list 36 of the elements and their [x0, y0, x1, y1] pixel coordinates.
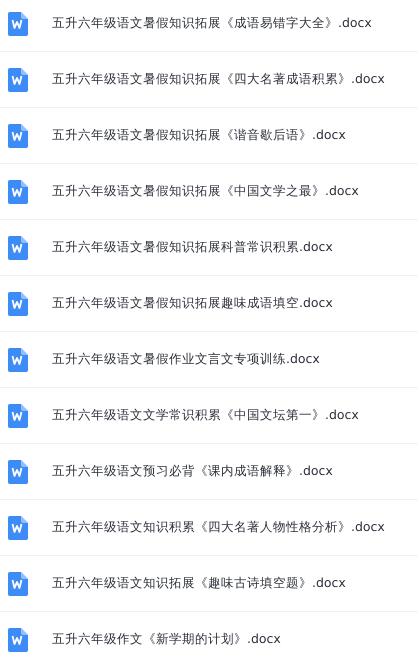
file-name: 五升六年级语文知识拓展《趣味古诗填空题》.docx [52, 575, 346, 592]
file-name: 五升六年级语文暑假知识拓展科普常识积累.docx [52, 239, 333, 256]
file-row[interactable]: 五升六年级语文文学常识积累《中国文坛第一》.docx [0, 388, 418, 444]
file-row[interactable]: 五升六年级语文暑假知识拓展《四大名著成语积累》.docx [0, 52, 418, 108]
file-row[interactable]: 五升六年级语文暑假知识拓展《中国文学之最》.docx [0, 164, 418, 220]
word-document-icon [8, 180, 28, 204]
file-name: 五升六年级语文暑假知识拓展《四大名著成语积累》.docx [52, 71, 385, 88]
word-document-icon [8, 628, 28, 652]
word-document-icon [8, 12, 28, 36]
file-row[interactable]: 五升六年级作文《新学期的计划》.docx [0, 612, 418, 666]
file-name: 五升六年级语文暑假知识拓展《谐音歇后语》.docx [52, 127, 346, 144]
file-row[interactable]: 五升六年级语文暑假作业文言文专项训练.docx [0, 332, 418, 388]
word-document-icon [8, 572, 28, 596]
word-document-icon [8, 292, 28, 316]
file-name: 五升六年级语文暑假知识拓展《中国文学之最》.docx [52, 183, 359, 200]
file-row[interactable]: 五升六年级语文暑假知识拓展《谐音歇后语》.docx [0, 108, 418, 164]
file-row[interactable]: 五升六年级语文知识拓展《趣味古诗填空题》.docx [0, 556, 418, 612]
file-row[interactable]: 五升六年级语文暑假知识拓展趣味成语填空.docx [0, 276, 418, 332]
word-document-icon [8, 348, 28, 372]
word-document-icon [8, 460, 28, 484]
file-row[interactable]: 五升六年级语文知识积累《四大名著人物性格分析》.docx [0, 500, 418, 556]
file-name: 五升六年级语文暑假知识拓展《成语易错字大全》.docx [52, 15, 372, 32]
file-name: 五升六年级语文暑假知识拓展趣味成语填空.docx [52, 295, 333, 312]
file-row[interactable]: 五升六年级语文暑假知识拓展《成语易错字大全》.docx [0, 0, 418, 52]
word-document-icon [8, 516, 28, 540]
word-document-icon [8, 124, 28, 148]
file-name: 五升六年级语文暑假作业文言文专项训练.docx [52, 351, 320, 368]
file-name: 五升六年级语文知识积累《四大名著人物性格分析》.docx [52, 519, 385, 536]
word-document-icon [8, 236, 28, 260]
word-document-icon [8, 68, 28, 92]
file-name: 五升六年级作文《新学期的计划》.docx [52, 631, 281, 648]
file-name: 五升六年级语文文学常识积累《中国文坛第一》.docx [52, 407, 359, 424]
file-row[interactable]: 五升六年级语文暑假知识拓展科普常识积累.docx [0, 220, 418, 276]
file-name: 五升六年级语文预习必背《课内成语解释》.docx [52, 463, 333, 480]
word-document-icon [8, 404, 28, 428]
file-row[interactable]: 五升六年级语文预习必背《课内成语解释》.docx [0, 444, 418, 500]
